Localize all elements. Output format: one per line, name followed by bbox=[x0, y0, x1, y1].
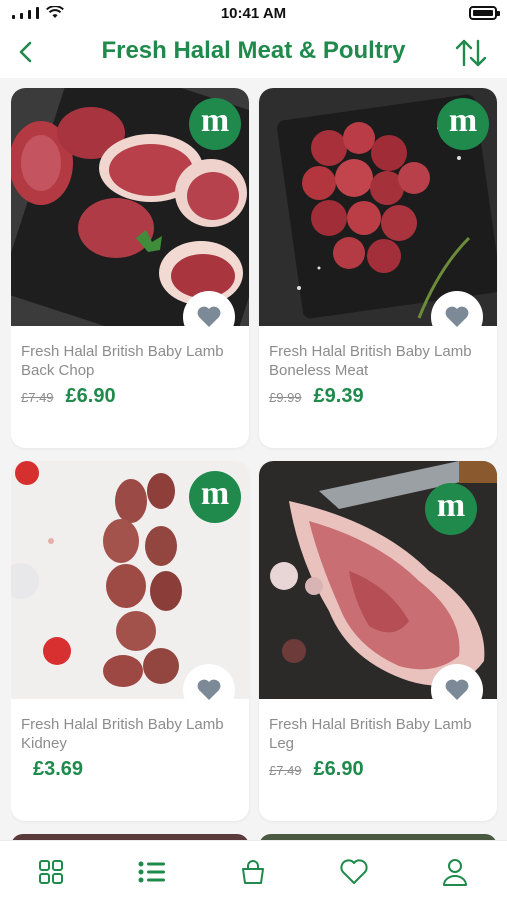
nav-favorites[interactable] bbox=[337, 855, 371, 889]
price-row: £7.49 £6.90 bbox=[269, 758, 364, 781]
original-price: £7.49 bbox=[21, 390, 54, 405]
battery-icon bbox=[469, 6, 500, 20]
brand-logo-badge: m bbox=[189, 471, 241, 523]
product-name: Fresh Halal British Baby Lamb Back Chop bbox=[21, 343, 224, 379]
product-card[interactable]: m Fresh Halal British Baby Lamb Boneless… bbox=[259, 88, 497, 448]
app-header: Fresh Halal Meat & Poultry bbox=[0, 28, 507, 78]
status-bar: 10:41 AM bbox=[0, 0, 507, 28]
brand-logo-badge: m bbox=[425, 483, 477, 535]
product-name: Fresh Halal British Baby Lamb Leg bbox=[269, 716, 472, 752]
nav-categories[interactable] bbox=[34, 855, 68, 889]
bag-icon bbox=[242, 860, 264, 884]
favorite-button[interactable] bbox=[183, 291, 235, 343]
price-row: £9.99 £9.39 bbox=[269, 385, 364, 408]
sale-price: £6.90 bbox=[313, 758, 364, 780]
product-card[interactable]: m Fresh Halal British Baby Lamb Leg £7.4… bbox=[259, 461, 497, 821]
heart-icon bbox=[340, 859, 368, 884]
product-name: Fresh Halal British Baby Lamb Boneless M… bbox=[269, 343, 472, 379]
price-row: £7.49 £6.90 bbox=[21, 385, 116, 408]
product-card[interactable]: m Fresh Halal British Baby Lamb Kidney £… bbox=[11, 461, 249, 821]
product-card[interactable]: m Fresh Halal British Baby Lamb Back Cho… bbox=[11, 88, 249, 448]
sort-arrows-icon bbox=[455, 39, 487, 67]
page-title: Fresh Halal Meat & Poultry bbox=[101, 37, 406, 64]
sale-price: £6.90 bbox=[65, 385, 116, 407]
brand-logo-badge: m bbox=[189, 98, 241, 150]
heart-icon bbox=[197, 306, 221, 327]
favorite-button[interactable] bbox=[183, 664, 235, 716]
back-button[interactable] bbox=[10, 36, 42, 68]
product-name: Fresh Halal British Baby Lamb Kidney bbox=[21, 716, 224, 752]
heart-icon bbox=[445, 306, 469, 327]
user-icon bbox=[443, 859, 467, 886]
price-row: £3.69 bbox=[21, 758, 83, 781]
grid-icon bbox=[39, 860, 63, 884]
sort-button[interactable] bbox=[453, 36, 489, 70]
heart-icon bbox=[445, 679, 469, 700]
sale-price: £3.69 bbox=[33, 758, 84, 780]
bottom-navigation bbox=[0, 840, 507, 900]
original-price: £7.49 bbox=[269, 763, 302, 778]
sale-price: £9.39 bbox=[313, 385, 364, 407]
original-price: £9.99 bbox=[269, 390, 302, 405]
nav-account[interactable] bbox=[438, 855, 472, 889]
list-icon bbox=[138, 861, 165, 883]
favorite-button[interactable] bbox=[431, 664, 483, 716]
heart-icon bbox=[197, 679, 221, 700]
status-time: 10:41 AM bbox=[220, 5, 287, 22]
brand-logo-badge: m bbox=[437, 98, 489, 150]
nav-basket[interactable] bbox=[236, 855, 270, 889]
nav-products-list[interactable] bbox=[135, 855, 169, 889]
product-grid: m Fresh Halal British Baby Lamb Back Cho… bbox=[11, 88, 498, 840]
chevron-left-icon bbox=[19, 41, 32, 63]
favorite-button[interactable] bbox=[431, 291, 483, 343]
